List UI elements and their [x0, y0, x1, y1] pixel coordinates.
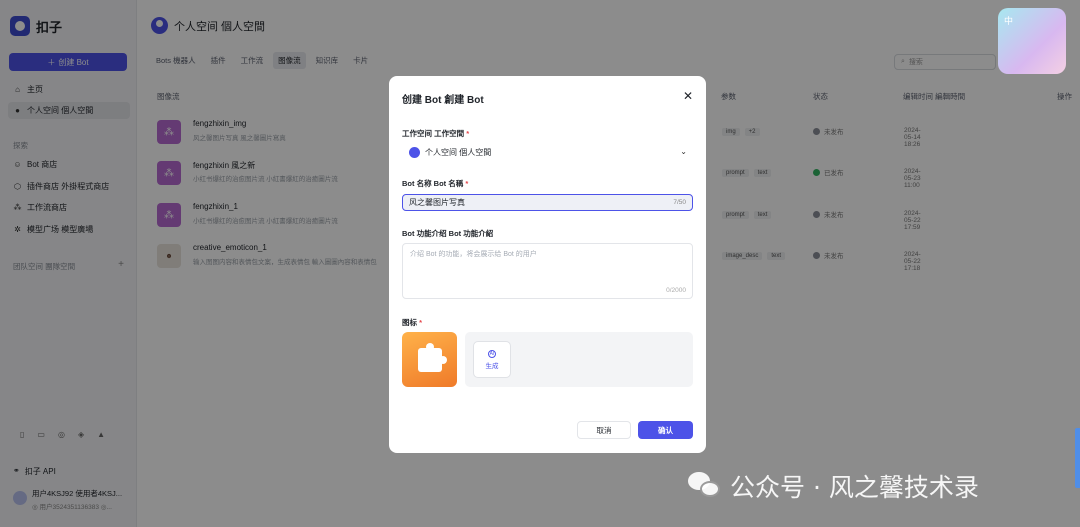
- bot-description-textarea[interactable]: 介绍 Bot 的功能，将会展示给 Bot 的用户 0/2000: [402, 243, 693, 299]
- bot-description-char-count: 0/2000: [666, 287, 686, 294]
- floating-side-tab[interactable]: [1075, 428, 1080, 488]
- wechat-icon: [688, 472, 722, 500]
- workspace-label-text: 工作空间 工作空間: [402, 129, 465, 138]
- bot-description-field-label: Bot 功能介绍 Bot 功能介紹: [402, 229, 494, 238]
- bot-name-input[interactable]: 风之馨图片写真 7/50: [402, 194, 693, 211]
- space-avatar-icon: [409, 147, 420, 158]
- bot-name-label-text: Bot 名称 Bot 名稱: [402, 179, 464, 188]
- puzzle-icon: [417, 342, 447, 372]
- chevron-down-icon: ⌄: [680, 147, 687, 156]
- workspace-field-label: 工作空间 工作空間 *: [402, 128, 469, 139]
- ai-generate-icon: AI: [488, 349, 496, 358]
- icon-generate-panel: AI 生成: [465, 332, 693, 387]
- workspace-selected-value: 个人空间 個人空間: [425, 148, 492, 157]
- bot-icon-preview[interactable]: [402, 332, 457, 387]
- workspace-select[interactable]: 个人空间 個人空間 ⌄: [402, 144, 693, 161]
- bot-description-placeholder: 介绍 Bot 的功能，将会展示给 Bot 的用户: [410, 251, 537, 258]
- bot-name-char-count: 7/50: [673, 199, 686, 206]
- cancel-button[interactable]: 取消: [577, 421, 631, 439]
- bot-name-value: 风之馨图片写真: [409, 198, 465, 207]
- anime-sticker-image: 中: [998, 8, 1066, 74]
- required-marker: *: [466, 129, 470, 138]
- icon-label-text: 图标: [402, 318, 417, 327]
- confirm-button[interactable]: 确认: [638, 421, 693, 439]
- create-bot-dialog: 创建 Bot 創建 Bot ✕ 工作空间 工作空間 * 个人空间 個人空間 ⌄ …: [389, 76, 706, 453]
- wechat-watermark: 公众号 · 风之馨技术录: [688, 468, 979, 504]
- sticker-text: 中: [1004, 16, 1014, 26]
- dialog-title: 创建 Bot 創建 Bot: [402, 95, 484, 106]
- generate-label: 生成: [485, 362, 499, 370]
- icon-field-label: 图标 *: [402, 317, 422, 328]
- generate-icon-button[interactable]: AI 生成: [473, 341, 511, 378]
- watermark-text: 公众号 · 风之馨技术录: [730, 473, 979, 502]
- required-marker: *: [419, 318, 423, 327]
- required-marker: *: [465, 179, 469, 188]
- close-icon[interactable]: ✕: [683, 89, 693, 103]
- bot-name-field-label: Bot 名称 Bot 名稱 *: [402, 178, 468, 189]
